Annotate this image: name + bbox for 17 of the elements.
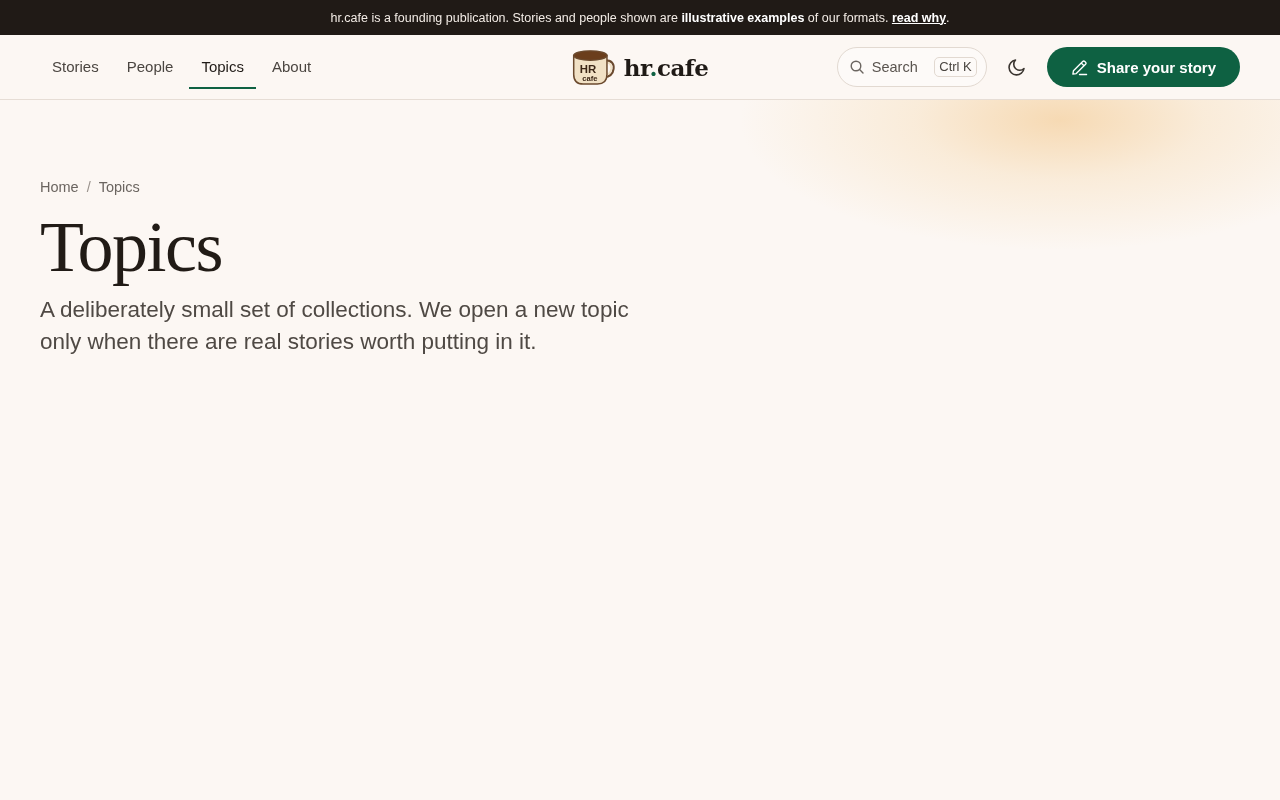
keyboard-shortcut: Ctrl K [934,57,977,77]
breadcrumb-separator: / [86,179,91,195]
read-why-link[interactable]: read why [891,10,947,25]
breadcrumb-link[interactable]: Topics [98,179,140,195]
share-story-button[interactable]: Share your story [1046,47,1240,87]
nav-tab[interactable]: Topics [189,45,256,89]
nav-tab[interactable]: Stories [40,45,111,89]
pencil-icon [1070,58,1088,76]
search-icon [849,60,864,74]
logo-wordmark[interactable]: hr.cafe [623,53,709,81]
moon-icon [1006,57,1027,77]
announcement-text: hr.cafe is a founding publication. Stories and people shown are illustrative examples of our formats. read why. [330,10,950,25]
nav-tab[interactable]: About [259,45,324,89]
page-title: Topics [40,207,222,287]
nav-tab[interactable]: People [114,45,186,89]
breadcrumb-link[interactable]: Home [40,179,79,195]
page-intro: A deliberately small set of collections. We open a new topic only when there are real stories worth putting in it. [40,296,630,356]
